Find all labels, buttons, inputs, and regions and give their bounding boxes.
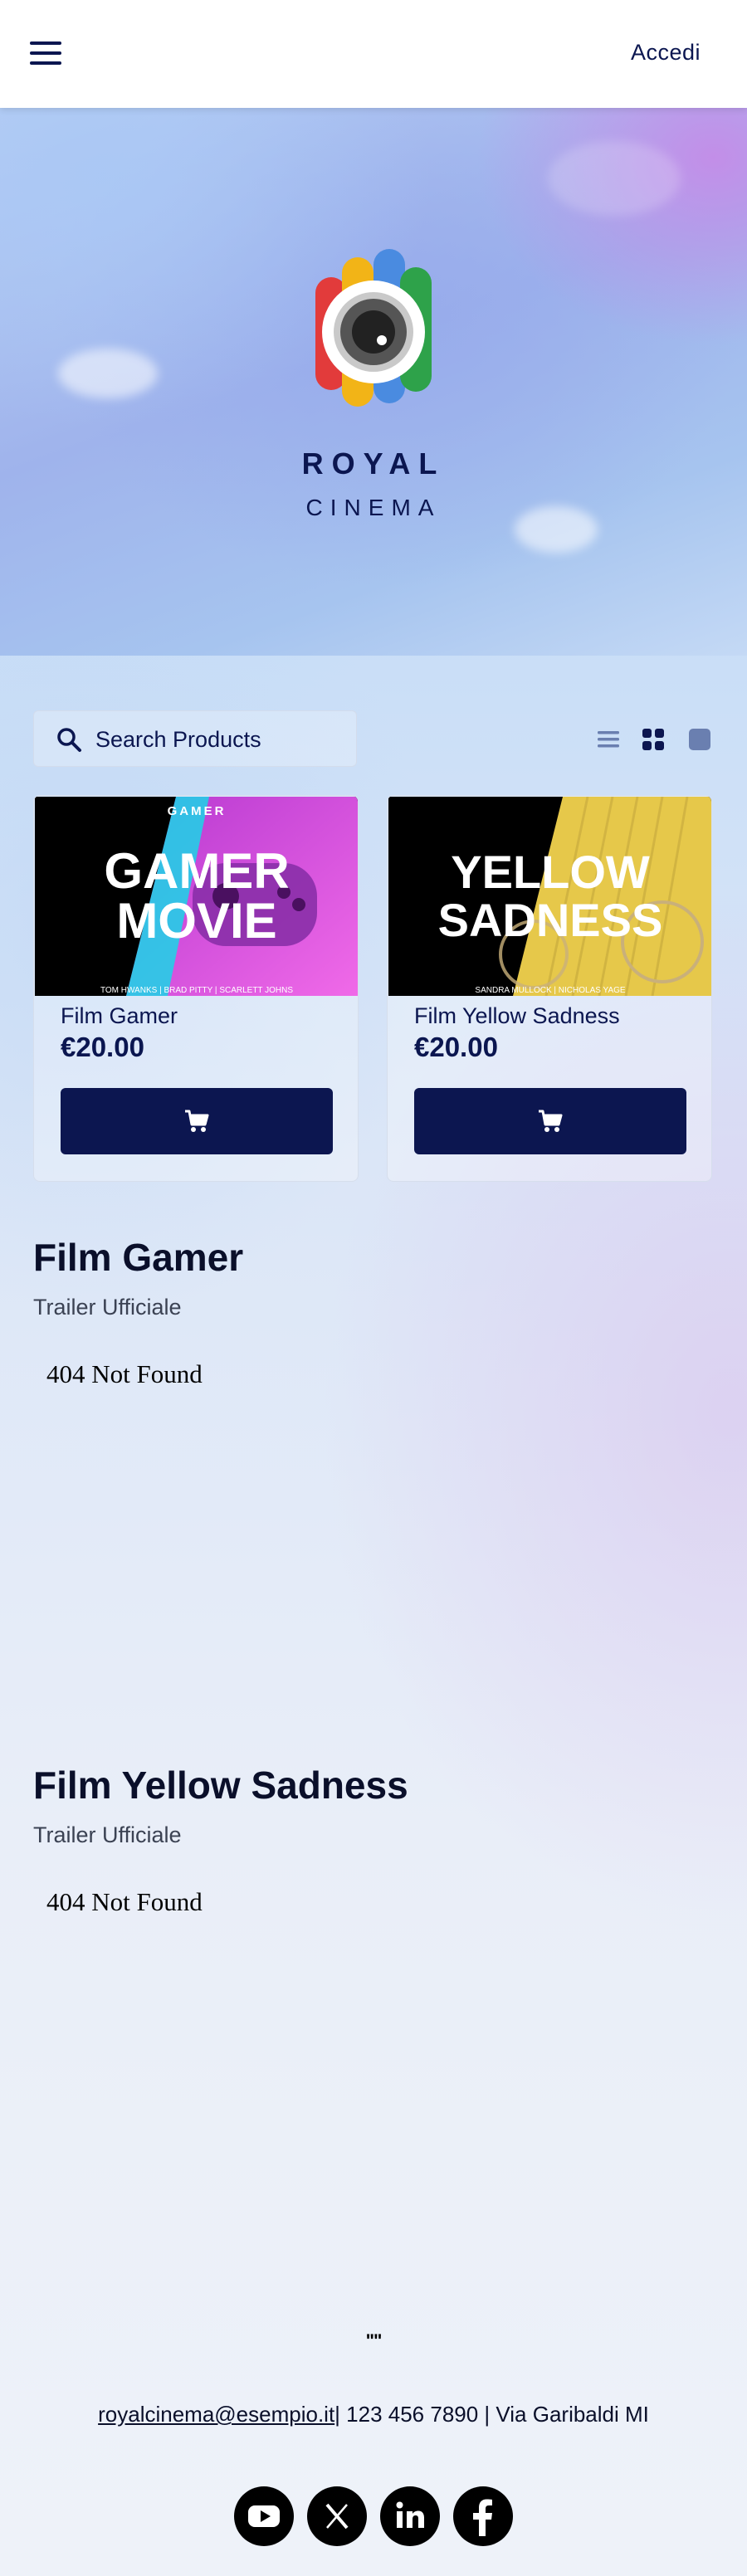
product-name[interactable]: Film Yellow Sadness — [414, 1003, 620, 1029]
poster-headline-2: SADNESS — [438, 894, 663, 946]
x-icon[interactable] — [307, 2486, 367, 2546]
trailer-subtitle: Trailer Ufficiale — [33, 1295, 182, 1320]
youtube-icon[interactable] — [234, 2486, 294, 2546]
email-link[interactable]: royalcinema@esempio.it — [98, 2402, 334, 2427]
grid-view-icon[interactable] — [641, 727, 666, 752]
trailer-title: Film Yellow Sadness — [33, 1764, 408, 1807]
movie-poster-gamer[interactable]: GAMER GAMER MOVIE TOM HWANKS | BRAD PITT… — [35, 797, 359, 996]
trailer-embed-error: 404 Not Found — [46, 1359, 203, 1388]
brand-name: ROYAL — [301, 446, 446, 481]
contact-details: | 123 456 7890 | Via Garibaldi MI — [334, 2402, 649, 2427]
cart-icon — [185, 1110, 209, 1132]
footer-separator: "" — [365, 2330, 383, 2351]
poster-headline-1: YELLOW — [451, 846, 650, 898]
footer-contact: royalcinema@esempio.it| 123 456 7890 | V… — [0, 2402, 747, 2427]
product-card[interactable]: YELLOW SADNESS SANDRA MULLOCK | NICHOLAS… — [387, 795, 712, 1182]
single-view-icon[interactable] — [687, 727, 712, 752]
poster-headline-1: GAMER — [104, 843, 289, 899]
list-view-icon[interactable] — [596, 727, 621, 752]
search-icon — [57, 728, 81, 752]
poster-headline-2: MOVIE — [116, 893, 276, 949]
trailer-subtitle: Trailer Ufficiale — [33, 1822, 182, 1847]
product-price: €20.00 — [61, 1032, 144, 1062]
trailer-embed-error: 404 Not Found — [46, 1887, 203, 1916]
poster-top-label: GAMER — [168, 804, 227, 818]
cart-icon — [539, 1110, 563, 1132]
add-to-cart-button[interactable] — [414, 1088, 686, 1154]
product-name[interactable]: Film Gamer — [61, 1003, 178, 1029]
camera-lens-logo — [315, 249, 432, 407]
movie-poster-yellow-sadness[interactable]: YELLOW SADNESS SANDRA MULLOCK | NICHOLAS… — [388, 797, 712, 996]
search-field[interactable] — [33, 710, 357, 767]
trailer-title: Film Gamer — [33, 1236, 244, 1279]
brand-subtitle: CINEMA — [305, 495, 442, 520]
hamburger-icon[interactable] — [30, 41, 61, 66]
hero-light-blob — [58, 349, 158, 398]
facebook-icon[interactable] — [453, 2486, 513, 2546]
hero-light-blob — [548, 141, 681, 216]
product-price: €20.00 — [414, 1032, 498, 1062]
top-navigation-bar: Accedi — [0, 0, 747, 108]
add-to-cart-button[interactable] — [61, 1088, 333, 1154]
poster-credits: TOM HWANKS | BRAD PITTY | SCARLETT JOHNS — [100, 986, 293, 995]
poster-credits: SANDRA MULLOCK | NICHOLAS YAGE — [475, 986, 625, 995]
login-link[interactable]: Accedi — [631, 40, 701, 66]
hero-banner: ROYAL CINEMA — [0, 108, 747, 656]
product-card[interactable]: GAMER GAMER MOVIE TOM HWANKS | BRAD PITT… — [33, 795, 359, 1182]
linkedin-icon[interactable] — [380, 2486, 440, 2546]
search-input[interactable] — [94, 724, 346, 754]
